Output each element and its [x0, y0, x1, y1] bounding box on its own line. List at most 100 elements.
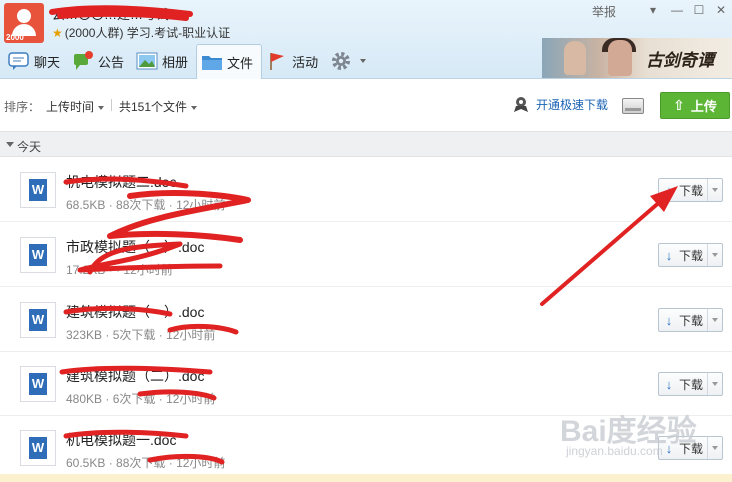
file-downloads: 88次下载: [116, 198, 166, 212]
game-ad-banner[interactable]: 古剑奇谭: [542, 38, 732, 78]
word-doc-icon: W: [20, 172, 56, 208]
file-time: 12小时前: [166, 392, 216, 406]
download-label: 下载: [679, 313, 704, 328]
group-subtitle-text: (2000人群) 学习.考试-职业认证: [64, 26, 231, 40]
star-icon: ★: [52, 26, 63, 40]
download-dropdown-icon[interactable]: [707, 179, 722, 201]
tab-activity[interactable]: 活动: [262, 44, 326, 78]
download-button[interactable]: ↓ 下载: [658, 308, 723, 332]
banner-character-2: [608, 40, 632, 76]
file-downloads: 5次下载: [112, 328, 156, 342]
file-row[interactable]: W 建筑模拟题（一）.doc 323KB · 5次下载 · 12小时前 ↓ 下载: [0, 288, 732, 352]
rocket-icon: [512, 95, 530, 113]
tab-activity-label: 活动: [292, 54, 319, 70]
file-row[interactable]: W 市政模拟题（一）.doc 17.2KB · · 12小时前 ↓ 下载: [0, 223, 732, 287]
file-name[interactable]: 建筑模拟题（一）.doc: [66, 302, 204, 322]
avatar-head-shape: [17, 9, 31, 23]
drive-icon[interactable]: [622, 98, 644, 114]
group-avatar[interactable]: 2000: [4, 3, 44, 43]
file-name[interactable]: 市政模拟题（一）.doc: [66, 237, 204, 257]
file-time: 12小时前: [166, 328, 216, 342]
word-doc-icon: W: [20, 430, 56, 466]
maximize-icon[interactable]: ☐: [688, 2, 710, 18]
file-count-dropdown[interactable]: 共151个文件: [119, 98, 198, 115]
upload-icon: ⇧: [673, 97, 685, 113]
footer-strip: [0, 474, 732, 482]
download-dropdown-icon[interactable]: [707, 373, 722, 395]
upload-label: 上传: [690, 99, 717, 114]
download-label: 下载: [679, 377, 704, 392]
section-today[interactable]: 今天: [0, 131, 732, 157]
folder-icon: [201, 52, 223, 72]
chevron-down-icon: [360, 59, 367, 63]
minimize-icon[interactable]: —: [666, 2, 688, 18]
file-meta: 17.2KB · · 12小时前: [66, 263, 173, 277]
file-toolbar: 排序： 上传时间 共151个文件 开通极速下载 ⇧ 上传: [0, 79, 732, 131]
file-size: 480KB: [66, 392, 103, 406]
group-name: 云…〇〇…建…考试: [52, 7, 170, 22]
word-doc-icon: W: [20, 237, 56, 273]
group-tabs: 聊天 公告 相册 文件 活动: [4, 44, 374, 79]
tab-chat[interactable]: 聊天: [4, 44, 68, 78]
download-label: 下载: [679, 248, 704, 263]
file-meta: 60.5KB · 88次下载 · 12小时前: [66, 456, 226, 470]
banner-character-1: [564, 41, 586, 75]
download-arrow-icon: ↓: [665, 376, 673, 392]
sort-label: 排序：: [4, 100, 41, 114]
tab-album[interactable]: 相册: [132, 44, 196, 78]
file-time: 12小时前: [176, 456, 226, 470]
tab-files-label: 文件: [227, 55, 254, 71]
chat-icon: [8, 51, 30, 71]
sort-dropdown-value: 上传时间: [46, 100, 95, 114]
file-size: 17.2KB: [66, 263, 106, 277]
group-subtitle: ★ (2000人群) 学习.考试-职业认证: [52, 24, 230, 41]
collapse-triangle-icon: [6, 142, 14, 147]
gear-icon: [330, 51, 352, 71]
download-arrow-icon: ↓: [665, 247, 673, 263]
upload-button[interactable]: ⇧ 上传: [660, 92, 730, 119]
speed-download-link[interactable]: 开通极速下载: [512, 94, 608, 114]
download-dropdown-icon[interactable]: [707, 309, 722, 331]
file-count-value: 共151个文件: [119, 100, 188, 114]
download-arrow-icon: ↓: [665, 312, 673, 328]
file-name[interactable]: 机电模拟题二.doc: [66, 172, 176, 192]
file-meta: 323KB · 5次下载 · 12小时前: [66, 328, 216, 342]
download-arrow-icon: ↓: [665, 182, 673, 198]
file-size: 60.5KB: [66, 456, 106, 470]
file-size: 323KB: [66, 328, 103, 342]
group-window: 2000 云…〇〇…建…考试 ★ (2000人群) 学习.考试-职业认证 举报 ▾…: [0, 0, 732, 482]
chevron-down-icon: [191, 105, 198, 110]
sort-dropdown[interactable]: 上传时间: [46, 98, 105, 115]
download-button[interactable]: ↓ 下载: [658, 178, 723, 202]
banner-title: 古剑奇谭: [646, 51, 714, 71]
album-icon: [136, 51, 158, 71]
report-link[interactable]: 举报: [592, 3, 616, 20]
group-header: 2000 云…〇〇…建…考试 ★ (2000人群) 学习.考试-职业认证 举报 ▾…: [0, 0, 732, 79]
word-doc-icon: W: [20, 302, 56, 338]
tab-files[interactable]: 文件: [196, 44, 263, 79]
close-icon[interactable]: ✕: [710, 2, 732, 18]
tab-chat-label: 聊天: [34, 54, 61, 70]
file-downloads: 88次下载: [116, 456, 166, 470]
flag-icon: [266, 51, 288, 71]
chevron-down-icon: [98, 105, 105, 110]
tab-settings[interactable]: [326, 44, 374, 78]
word-doc-icon: W: [20, 366, 56, 402]
file-name[interactable]: 建筑模拟题（二）.doc: [66, 366, 204, 386]
speed-download-label: 开通极速下载: [536, 97, 609, 112]
file-meta: 480KB · 6次下载 · 12小时前: [66, 392, 216, 406]
toolbar-divider: [111, 99, 112, 111]
menu-icon[interactable]: ▾: [642, 2, 664, 18]
file-row[interactable]: W 机电模拟题二.doc 68.5KB · 88次下载 · 12小时前 ↓ 下载: [0, 158, 732, 222]
file-time: 12小时前: [123, 263, 173, 277]
tab-album-label: 相册: [162, 54, 189, 70]
avatar-level: 2000: [6, 33, 24, 42]
download-dropdown-icon[interactable]: [707, 437, 722, 459]
file-size: 68.5KB: [66, 198, 106, 212]
file-downloads: 6次下载: [112, 392, 156, 406]
download-button[interactable]: ↓ 下载: [658, 243, 723, 267]
download-dropdown-icon[interactable]: [707, 244, 722, 266]
file-name[interactable]: 机电模拟题一.doc: [66, 430, 176, 450]
tab-announcement[interactable]: 公告: [68, 44, 132, 78]
download-button[interactable]: ↓ 下载: [658, 372, 723, 396]
